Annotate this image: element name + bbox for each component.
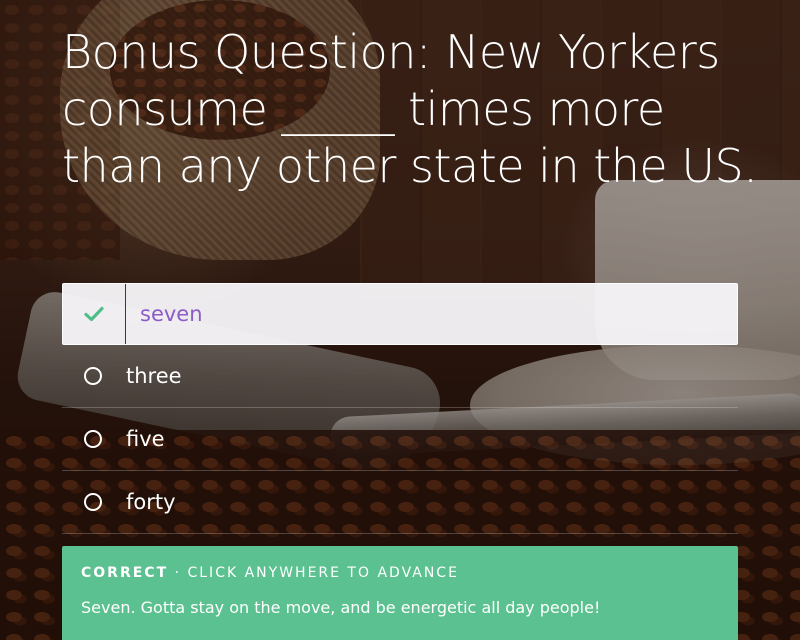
- feedback-status-line: CORRECT · CLICK ANYWHERE TO ADVANCE: [81, 565, 719, 581]
- answer-label: forty: [126, 490, 176, 514]
- answer-option-forty[interactable]: forty: [62, 471, 738, 534]
- radio-icon[interactable]: [62, 408, 124, 470]
- radio-icon[interactable]: [62, 471, 124, 533]
- answer-label: three: [126, 364, 182, 388]
- status-label: CORRECT: [81, 565, 169, 581]
- feedback-banner[interactable]: CORRECT · CLICK ANYWHERE TO ADVANCE Seve…: [62, 546, 738, 640]
- answer-list: seven three five forty: [62, 283, 738, 534]
- answer-option-three[interactable]: three: [62, 345, 738, 408]
- answer-option-five[interactable]: five: [62, 408, 738, 471]
- feedback-message: Seven. Gotta stay on the move, and be en…: [81, 598, 601, 617]
- answer-label: five: [126, 427, 165, 451]
- answer-option-seven[interactable]: seven: [62, 283, 738, 345]
- question-text: Bonus Question: New Yorkers consume ____…: [62, 25, 758, 193]
- status-separator: ·: [168, 565, 188, 581]
- advance-instruction: CLICK ANYWHERE TO ADVANCE: [187, 565, 459, 581]
- answer-label: seven: [140, 302, 203, 326]
- radio-icon[interactable]: [62, 345, 124, 407]
- check-icon: [63, 284, 126, 344]
